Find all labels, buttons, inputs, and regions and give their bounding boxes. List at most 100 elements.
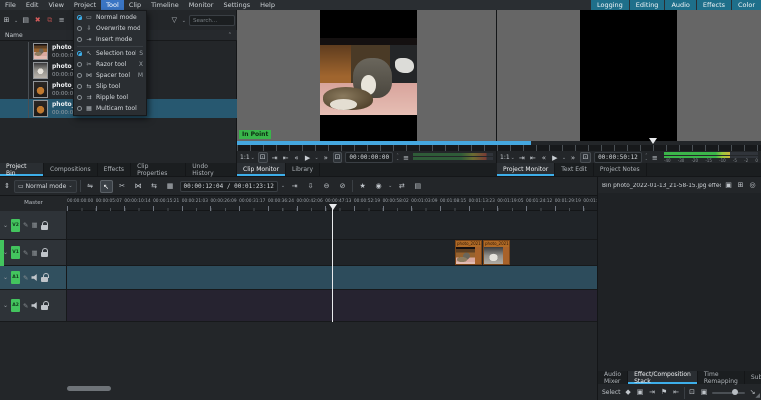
zone-in-button[interactable]: ⇥ xyxy=(648,387,657,398)
edit-track-icon[interactable]: ✎ xyxy=(23,249,28,257)
search-input[interactable] xyxy=(189,15,235,26)
menu-item-razor-tool[interactable]: ✂ Razor tool X xyxy=(74,59,146,70)
collapse-track-icon[interactable]: ⌄ xyxy=(3,222,8,229)
set-out-point-button[interactable]: ⇤ xyxy=(529,154,537,162)
slip-tool-button[interactable]: ⇆ xyxy=(148,180,161,193)
record-button[interactable]: ◉ xyxy=(372,180,385,193)
forward-button[interactable]: » xyxy=(569,154,577,162)
create-folder-button[interactable]: ▤ xyxy=(21,15,30,26)
project-monitor-playhead[interactable] xyxy=(649,138,657,144)
menu-item-multicam-tool[interactable]: ▦ Multicam tool xyxy=(74,103,146,114)
multicam-tool-button[interactable]: ▦ xyxy=(164,180,177,193)
spin-down-icon[interactable]: ⌄ xyxy=(396,157,399,162)
edit-track-icon[interactable]: ✎ xyxy=(23,302,28,310)
extract-zone-button[interactable]: ⊖ xyxy=(320,180,333,193)
overwrite-zone-button[interactable]: ⇩ xyxy=(304,180,317,193)
track-height-button[interactable]: ⇕ xyxy=(3,182,11,190)
workspace-color[interactable]: Color xyxy=(732,0,761,10)
lock-icon[interactable] xyxy=(40,220,49,230)
menu-project[interactable]: Project xyxy=(69,0,101,10)
menu-monitor[interactable]: Monitor xyxy=(184,0,219,10)
project-monitor-timecode[interactable]: 00:00:50:12 xyxy=(594,152,642,163)
timecode-spinner[interactable]: ⌃ ⌄ xyxy=(645,153,648,162)
clip-monitor-viewport[interactable]: In Point xyxy=(237,10,496,141)
menu-item-selection-tool[interactable]: ↖ Selection tool S xyxy=(74,48,146,59)
tab-subtitles[interactable]: Subtitles xyxy=(745,371,761,384)
set-in-point-button[interactable]: ⇥ xyxy=(271,154,279,162)
filter-chevron-icon[interactable]: ⌄ xyxy=(182,18,186,24)
tab-project-bin[interactable]: Project Bin xyxy=(0,163,45,177)
razor-tool-button[interactable]: ✂ xyxy=(116,180,129,193)
tab-clip-properties[interactable]: Clip Properties xyxy=(131,163,187,177)
play-options-chevron-icon[interactable]: ⌄ xyxy=(562,155,566,161)
tab-clip-monitor[interactable]: Clip Monitor xyxy=(237,163,287,176)
show-keyframes-button[interactable]: ◎ xyxy=(748,180,757,191)
flag-button[interactable]: ⚑ xyxy=(660,387,669,398)
tab-time-remapping[interactable]: Time Remapping xyxy=(698,371,745,385)
timeline-clip-2[interactable]: photo_2021- xyxy=(483,240,510,265)
record-chevron-icon[interactable]: ⌄ xyxy=(388,183,392,189)
zoom-out-button[interactable]: ▣ xyxy=(700,387,709,398)
monitor-zoom-select[interactable]: 1:1 ⌄ xyxy=(240,154,255,161)
tab-project-monitor[interactable]: Project Monitor xyxy=(497,163,556,176)
menu-tool[interactable]: Tool xyxy=(101,0,124,10)
set-in-point-button[interactable]: ⇥ xyxy=(518,154,526,162)
track-label-a1[interactable]: A1 xyxy=(11,271,21,284)
timeline-ruler[interactable]: 00:00:00:00 00:00:05:07 00:00:10:14 00:0… xyxy=(0,196,597,211)
clip-monitor-timecode[interactable]: 00:00:00:00 xyxy=(345,152,394,163)
favorite-effects-button[interactable]: ★ xyxy=(356,180,369,193)
workspace-audio[interactable]: Audio xyxy=(665,0,696,10)
select-tag-button[interactable]: ◆ xyxy=(624,387,633,398)
menu-item-insert-mode[interactable]: ⇥ Insert mode xyxy=(74,34,146,45)
track-label-a2[interactable]: A2 xyxy=(11,299,21,312)
bin-view-button[interactable]: ≡ xyxy=(57,15,66,26)
track-header-v2[interactable]: ⌄ V2 ✎ ▦ xyxy=(0,211,67,239)
edit-track-icon[interactable]: ✎ xyxy=(23,274,28,282)
active-track-target-indicator[interactable] xyxy=(0,240,4,266)
tab-audio-mixer[interactable]: Audio Mixer xyxy=(598,371,629,385)
menu-item-normal-mode[interactable]: ▭ Normal mode xyxy=(74,12,146,23)
monitor-menu-button[interactable]: ≡ xyxy=(402,154,410,162)
collapse-track-icon[interactable]: ⌄ xyxy=(3,274,8,281)
duplicate-clip-button[interactable]: ⧉ xyxy=(45,15,54,26)
play-options-chevron-icon[interactable]: ⌄ xyxy=(315,155,319,161)
tab-library[interactable]: Library xyxy=(286,163,321,176)
timecode-chevron-icon[interactable]: ⌄ xyxy=(281,183,285,189)
track-header-v1[interactable]: ⌄ V1 ✎ ▦ xyxy=(0,240,67,265)
add-clip-chevron-icon[interactable]: ⌄ xyxy=(14,18,18,24)
workspace-effects[interactable]: Effects xyxy=(696,0,732,10)
timeline-clip-1[interactable]: photo_2021- xyxy=(455,240,482,265)
forward-button[interactable]: » xyxy=(322,154,330,162)
menu-item-overwrite-mode[interactable]: ⇩ Overwrite mode xyxy=(74,23,146,34)
lock-icon[interactable] xyxy=(40,248,49,257)
master-track-label[interactable]: Master xyxy=(0,196,67,211)
lift-zone-button[interactable]: ⊘ xyxy=(336,180,349,193)
menu-settings[interactable]: Settings xyxy=(218,0,255,10)
save-zone-button[interactable]: ▣ xyxy=(636,387,645,398)
spin-down-icon[interactable]: ⌄ xyxy=(645,157,648,162)
timeline-zoom-slider[interactable] xyxy=(711,389,745,395)
menu-clip[interactable]: Clip xyxy=(124,0,146,10)
edit-track-icon[interactable]: ✎ xyxy=(23,221,28,229)
resize-grip-icon[interactable]: ◢ xyxy=(755,392,760,399)
play-button[interactable]: ▶ xyxy=(304,154,312,162)
selection-tool-button[interactable]: ↖ xyxy=(99,179,113,193)
show-mixer-button[interactable]: ▤ xyxy=(411,180,424,193)
menu-help[interactable]: Help xyxy=(255,0,280,10)
fullscreen-button[interactable]: ⊡ xyxy=(332,152,343,163)
lock-icon[interactable] xyxy=(41,273,49,282)
menu-item-spacer-tool[interactable]: ⋈ Spacer tool M xyxy=(74,70,146,81)
monitor-zoom-select[interactable]: 1:1 ⌄ xyxy=(500,154,515,161)
tab-effect-composition-stack[interactable]: Effect/Composition Stack xyxy=(628,371,698,385)
delete-clip-button[interactable]: ✖ xyxy=(33,15,42,26)
spacer-tool-button[interactable]: ⋈ xyxy=(132,180,145,193)
track-header-a1[interactable]: ⌄ A1 ✎ xyxy=(0,266,67,289)
zone-mode-button[interactable]: ⊡ xyxy=(257,152,268,163)
playhead-cap[interactable] xyxy=(329,204,337,210)
edit-mode-combo[interactable]: ▭ Normal mode ⌄ xyxy=(14,179,77,193)
menu-view[interactable]: View xyxy=(43,0,68,10)
audio-track-icon[interactable] xyxy=(31,302,37,309)
workspace-editing[interactable]: Editing xyxy=(629,0,665,10)
insert-zone-button[interactable]: ⇥ xyxy=(288,180,301,193)
rewind-button[interactable]: « xyxy=(540,154,548,162)
